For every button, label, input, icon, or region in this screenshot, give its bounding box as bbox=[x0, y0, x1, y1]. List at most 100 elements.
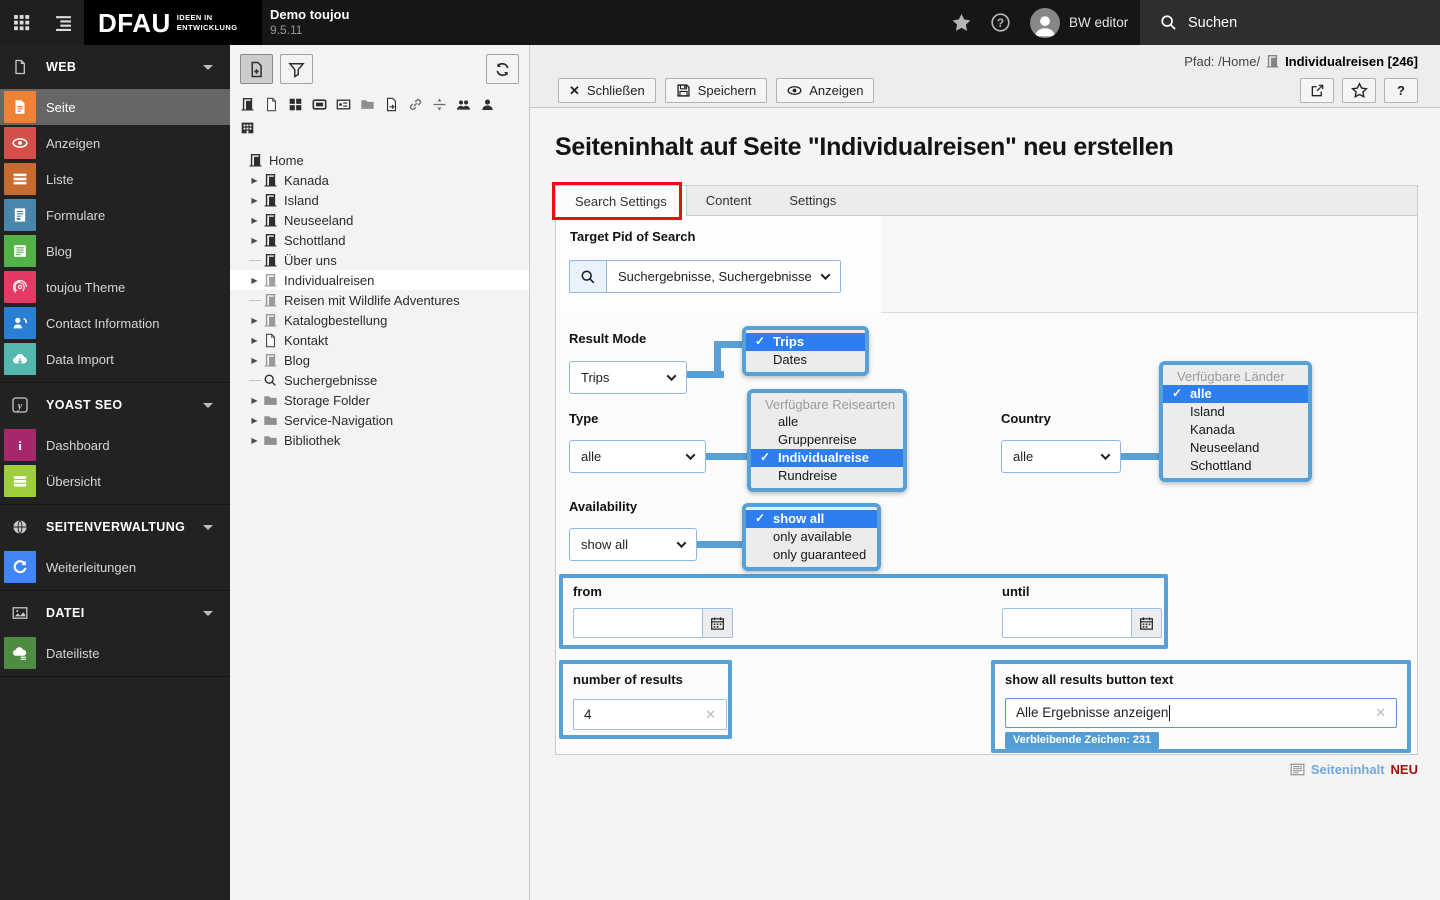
option-only-available[interactable]: only available bbox=[746, 528, 877, 546]
expand-arrow-icon[interactable]: ▶ bbox=[247, 276, 262, 285]
pagetree-toggle-icon[interactable] bbox=[42, 0, 84, 45]
tab-settings[interactable]: Settings bbox=[770, 186, 855, 215]
sidebar-item-liste[interactable]: Liste bbox=[0, 161, 230, 197]
expand-arrow-icon[interactable]: ▶ bbox=[247, 196, 262, 205]
global-search[interactable]: Suchen bbox=[1140, 0, 1440, 45]
sidebar-item-contact-information[interactable]: Contact Information bbox=[0, 305, 230, 341]
type-select[interactable]: alle bbox=[569, 440, 706, 473]
filter-button[interactable] bbox=[280, 54, 313, 84]
option-only-guaranteed[interactable]: only guaranteed bbox=[746, 546, 877, 564]
expand-arrow-icon[interactable]: ▶ bbox=[247, 236, 262, 245]
target-pid-select[interactable]: Suchergebnisse, Suchergebnisse bbox=[606, 260, 841, 293]
grid4-page-type-icon[interactable] bbox=[288, 97, 303, 112]
tree-node-schottland[interactable]: ▶Schottland bbox=[230, 230, 529, 250]
clear-icon[interactable]: ✕ bbox=[1375, 705, 1386, 721]
file-page-type-icon[interactable] bbox=[264, 97, 279, 112]
calendar-icon[interactable] bbox=[703, 608, 733, 638]
button-text-input[interactable]: Alle Ergebnisse anzeigen ✕ bbox=[1005, 698, 1397, 728]
tree-node-katalogbestellung[interactable]: ▶Katalogbestellung bbox=[230, 310, 529, 330]
screen-page-type-icon[interactable] bbox=[312, 97, 327, 112]
tree-node-island[interactable]: ▶Island bbox=[230, 190, 529, 210]
tree-node-über-uns[interactable]: Über uns bbox=[230, 250, 529, 270]
option-dates[interactable]: Dates bbox=[746, 351, 865, 369]
tab-search-settings[interactable]: Search Settings bbox=[556, 186, 687, 216]
new-page-button[interactable] bbox=[240, 54, 273, 84]
expand-arrow-icon[interactable]: ▶ bbox=[247, 316, 262, 325]
expand-arrow-icon[interactable]: ▶ bbox=[247, 216, 262, 225]
expand-arrow-icon[interactable]: ▶ bbox=[247, 356, 262, 365]
sidebar-item-data-import[interactable]: Data Import bbox=[0, 341, 230, 377]
bookmark-button[interactable] bbox=[1342, 78, 1376, 103]
file-arrow-page-type-icon[interactable] bbox=[384, 97, 399, 112]
option-rundreise[interactable]: Rundreise bbox=[751, 467, 903, 485]
refresh-button[interactable] bbox=[486, 54, 519, 84]
record-type-link[interactable]: Seiteninhalt bbox=[1311, 762, 1385, 777]
from-date-input[interactable] bbox=[573, 608, 703, 638]
help-icon[interactable]: ? bbox=[991, 13, 1010, 32]
option-neuseeland[interactable]: Neuseeland bbox=[1163, 439, 1308, 457]
option-show-all[interactable]: show all bbox=[746, 510, 877, 528]
sidebar-section-header[interactable]: yYOAST SEO bbox=[0, 383, 230, 427]
tree-node-reisen-mit-wildlife-adventures[interactable]: Reisen mit Wildlife Adventures bbox=[230, 290, 529, 310]
tree-node-kanada[interactable]: ▶Kanada bbox=[230, 170, 529, 190]
modules-toggle-icon[interactable] bbox=[0, 0, 42, 45]
tree-node-service-navigation[interactable]: ▶Service-Navigation bbox=[230, 410, 529, 430]
tree-node-storage-folder[interactable]: ▶Storage Folder bbox=[230, 390, 529, 410]
until-date-input[interactable] bbox=[1002, 608, 1132, 638]
calendar-icon[interactable] bbox=[1132, 608, 1162, 638]
expand-arrow-icon[interactable]: ▶ bbox=[247, 336, 262, 345]
view-button[interactable]: Anzeigen bbox=[776, 78, 874, 103]
tab-content[interactable]: Content bbox=[687, 186, 771, 215]
tree-node-home[interactable]: Home bbox=[230, 150, 529, 170]
option-individualreise[interactable]: Individualreise bbox=[751, 449, 903, 467]
sidebar-item-formulare[interactable]: Formulare bbox=[0, 197, 230, 233]
sidebar-section-header[interactable]: WEB bbox=[0, 45, 230, 89]
close-button[interactable]: ✕ Schließen bbox=[558, 78, 656, 103]
sidebar-item-blog[interactable]: Blog bbox=[0, 233, 230, 269]
expand-arrow-icon[interactable]: ▶ bbox=[247, 436, 262, 445]
country-select[interactable]: alle bbox=[1001, 440, 1121, 473]
users-page-type-icon[interactable] bbox=[456, 97, 471, 112]
result-mode-select[interactable]: Trips bbox=[569, 361, 687, 394]
number-of-results-input[interactable]: 4 ✕ bbox=[573, 699, 727, 730]
divider-page-type-icon[interactable] bbox=[432, 97, 447, 112]
expand-arrow-icon[interactable]: ▶ bbox=[247, 176, 262, 185]
expand-arrow-icon[interactable]: ▶ bbox=[247, 416, 262, 425]
option-gruppenreise[interactable]: Gruppenreise bbox=[751, 431, 903, 449]
sidebar-item-übersicht[interactable]: Übersicht bbox=[0, 463, 230, 499]
help-button[interactable]: ? bbox=[1384, 78, 1418, 103]
option-alle[interactable]: alle bbox=[1163, 385, 1308, 403]
option-alle[interactable]: alle bbox=[751, 413, 903, 431]
door-page-type-icon[interactable] bbox=[240, 97, 255, 112]
sidebar-item-weiterleitungen[interactable]: Weiterleitungen bbox=[0, 549, 230, 585]
sidebar-item-anzeigen[interactable]: Anzeigen bbox=[0, 125, 230, 161]
sidebar-item-dashboard[interactable]: iDashboard bbox=[0, 427, 230, 463]
user-menu[interactable]: BW editor bbox=[1030, 8, 1128, 38]
open-external-button[interactable] bbox=[1300, 78, 1334, 103]
sidebar-item-toujou-theme[interactable]: toujou Theme bbox=[0, 269, 230, 305]
tree-node-bibliothek[interactable]: ▶Bibliothek bbox=[230, 430, 529, 450]
tree-node-blog[interactable]: ▶Blog bbox=[230, 350, 529, 370]
folder-page-type-icon[interactable] bbox=[360, 97, 375, 112]
sidebar-section-header[interactable]: SEITENVERWALTUNG bbox=[0, 505, 230, 549]
building-page-type-icon[interactable] bbox=[240, 120, 255, 135]
tree-node-suchergebnisse[interactable]: Suchergebnisse bbox=[230, 370, 529, 390]
tree-node-neuseeland[interactable]: ▶Neuseeland bbox=[230, 210, 529, 230]
sidebar-section-header[interactable]: DATEI bbox=[0, 591, 230, 635]
option-schottland[interactable]: Schottland bbox=[1163, 457, 1308, 475]
card-page-type-icon[interactable] bbox=[336, 97, 351, 112]
save-button[interactable]: Speichern bbox=[665, 78, 768, 103]
option-trips[interactable]: Trips bbox=[746, 333, 865, 351]
bookmark-star-icon[interactable] bbox=[952, 13, 971, 32]
option-kanada[interactable]: Kanada bbox=[1163, 421, 1308, 439]
availability-select[interactable]: show all bbox=[569, 528, 697, 561]
chain-page-type-icon[interactable] bbox=[408, 97, 423, 112]
sidebar-item-dateiliste[interactable]: Dateiliste bbox=[0, 635, 230, 671]
tree-node-kontakt[interactable]: ▶Kontakt bbox=[230, 330, 529, 350]
clear-icon[interactable]: ✕ bbox=[705, 707, 716, 723]
user-page-type-icon[interactable] bbox=[480, 97, 495, 112]
option-island[interactable]: Island bbox=[1163, 403, 1308, 421]
tree-node-individualreisen[interactable]: ▶Individualreisen bbox=[230, 270, 529, 290]
sidebar-item-seite[interactable]: Seite bbox=[0, 89, 230, 125]
expand-arrow-icon[interactable]: ▶ bbox=[247, 396, 262, 405]
